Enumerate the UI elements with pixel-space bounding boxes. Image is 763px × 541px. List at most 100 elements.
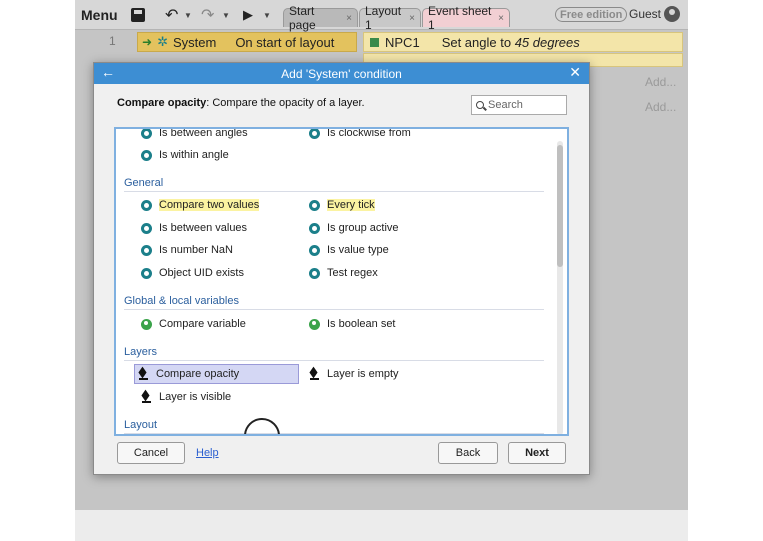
action-value: 45 degrees: [514, 34, 580, 50]
add-event-link[interactable]: Add...: [645, 100, 676, 114]
gear-icon: [309, 267, 320, 279]
gear-icon: [309, 222, 320, 234]
tab-event-sheet-1[interactable]: Event sheet 1 ×: [422, 4, 510, 32]
list-item-label: Is clockwise from: [327, 127, 411, 139]
mouse-cursor-icon: ➤: [259, 432, 269, 434]
action-object: NPC1: [385, 34, 420, 50]
edition-badge[interactable]: Free edition: [555, 7, 628, 22]
list-item[interactable]: Every tick: [306, 197, 375, 213]
screen: Menu ↶ ▼ ↷ ▼ ▶ ▼ Start page × Layout 1 ×…: [0, 0, 763, 541]
layers-icon: [309, 369, 320, 380]
close-icon[interactable]: ✕: [569, 64, 581, 81]
list-item-label: Is between angles: [159, 127, 248, 139]
cancel-button[interactable]: Cancel: [117, 442, 185, 464]
list-item-label: Is within angle: [159, 149, 229, 161]
event-number: 1: [109, 34, 116, 48]
gear-icon: [309, 244, 320, 256]
list-item[interactable]: Compare two values: [138, 197, 260, 213]
section-heading-variables: Global & local variables: [124, 295, 544, 310]
back-button[interactable]: Back: [438, 442, 498, 464]
list-item-label: Is between values: [159, 222, 248, 234]
condition-description: Compare opacity: Compare the opacity of …: [117, 97, 365, 109]
list-item[interactable]: Is group active: [306, 220, 399, 236]
next-button[interactable]: Next: [508, 442, 566, 464]
list-item-label: Compare two values: [159, 199, 260, 211]
list-item[interactable]: Test regex: [306, 265, 378, 281]
condition-list[interactable]: Is between angles Is clockwise from Is w…: [114, 127, 569, 436]
list-item[interactable]: Object UID exists: [138, 265, 244, 281]
arrow-right-icon: ➜: [142, 35, 153, 49]
tab-layout-1[interactable]: Layout 1 ×: [359, 4, 421, 32]
list-item-label: Every tick: [327, 199, 375, 211]
list-item-label: Test regex: [327, 267, 378, 279]
list-item[interactable]: Layer is empty: [306, 366, 399, 382]
list-item-label: Layer is empty: [327, 368, 399, 380]
list-item[interactable]: Layer is visible: [138, 389, 231, 405]
list-item[interactable]: Is between angles: [138, 127, 248, 141]
list-item-label: Is value type: [327, 244, 389, 256]
list-item[interactable]: Is within angle: [138, 147, 229, 163]
gear-icon: [309, 199, 320, 211]
sprite-icon: [370, 37, 379, 47]
gear-icon: ✲: [157, 34, 168, 49]
list-item-label: Is boolean set: [327, 318, 396, 330]
list-item[interactable]: Is value type: [306, 242, 389, 258]
section-heading-layers: Layers: [124, 346, 544, 361]
section-heading-layout: Layout: [124, 419, 544, 434]
event-action[interactable]: NPC1 Set angle to 45 degrees: [363, 32, 683, 52]
search-placeholder: Search: [488, 99, 523, 111]
list-item[interactable]: Is clockwise from: [306, 127, 411, 141]
close-icon[interactable]: ×: [409, 13, 415, 24]
search-icon: [476, 101, 484, 109]
condition-text: On start of layout: [235, 34, 335, 50]
search-input[interactable]: Search: [471, 95, 567, 115]
list-item-label: Is number NaN: [159, 244, 233, 256]
save-icon[interactable]: [131, 8, 145, 22]
redo-dropdown-icon[interactable]: ▼: [222, 11, 230, 20]
list-item[interactable]: Compare variable: [138, 316, 246, 332]
play-dropdown-icon[interactable]: ▼: [263, 11, 271, 20]
gear-icon: [141, 129, 152, 139]
redo-icon[interactable]: ↷: [201, 4, 214, 26]
gear-icon: [309, 129, 320, 139]
tab-label: Start page: [289, 4, 316, 32]
main-toolbar: Menu ↶ ▼ ↷ ▼ ▶ ▼ Start page × Layout 1 ×…: [75, 0, 688, 32]
list-item-selected[interactable]: Compare opacity: [134, 364, 299, 384]
gear-icon: [141, 199, 152, 211]
undo-dropdown-icon[interactable]: ▼: [184, 11, 192, 20]
menu-button[interactable]: Menu: [81, 4, 118, 26]
back-arrow-icon[interactable]: ←: [101, 64, 115, 80]
status-bar: [75, 510, 688, 541]
help-link[interactable]: Help: [196, 447, 219, 459]
close-icon[interactable]: ×: [498, 13, 504, 24]
gear-icon: [141, 267, 152, 279]
scrollbar[interactable]: [557, 141, 563, 434]
add-action-link[interactable]: Add...: [645, 75, 676, 89]
action-text-prefix: Set angle to: [441, 34, 515, 50]
description-text: : Compare the opacity of a layer.: [206, 97, 365, 109]
section-heading-general: General: [124, 177, 544, 192]
scrollbar-thumb[interactable]: [557, 145, 563, 267]
user-name[interactable]: Guest: [629, 7, 661, 21]
globe-icon: [309, 318, 320, 330]
gear-icon: [141, 149, 152, 161]
list-item[interactable]: Is boolean set: [306, 316, 396, 332]
description-title: Compare opacity: [117, 97, 207, 109]
list-item-label: Layer is visible: [159, 391, 232, 403]
list-item-label: Object UID exists: [159, 267, 244, 279]
globe-icon: [141, 318, 152, 330]
gear-icon: [141, 244, 152, 256]
user-icon[interactable]: [664, 6, 680, 22]
tab-start-page[interactable]: Start page ×: [283, 4, 358, 32]
action-text: Set angle to 45 degrees: [442, 35, 580, 50]
gear-icon: [141, 222, 152, 234]
event-condition[interactable]: ➜ ✲ System On start of layout: [137, 32, 357, 52]
list-item[interactable]: Is number NaN: [138, 242, 233, 258]
tab-label: Layout 1: [365, 4, 402, 32]
play-icon[interactable]: ▶: [243, 4, 253, 26]
close-icon[interactable]: ×: [346, 13, 352, 24]
list-item[interactable]: Is between values: [138, 220, 247, 236]
list-item-label: Is group active: [327, 222, 399, 234]
dialog-title: Add 'System' condition: [281, 66, 402, 81]
undo-icon[interactable]: ↶: [165, 4, 178, 26]
